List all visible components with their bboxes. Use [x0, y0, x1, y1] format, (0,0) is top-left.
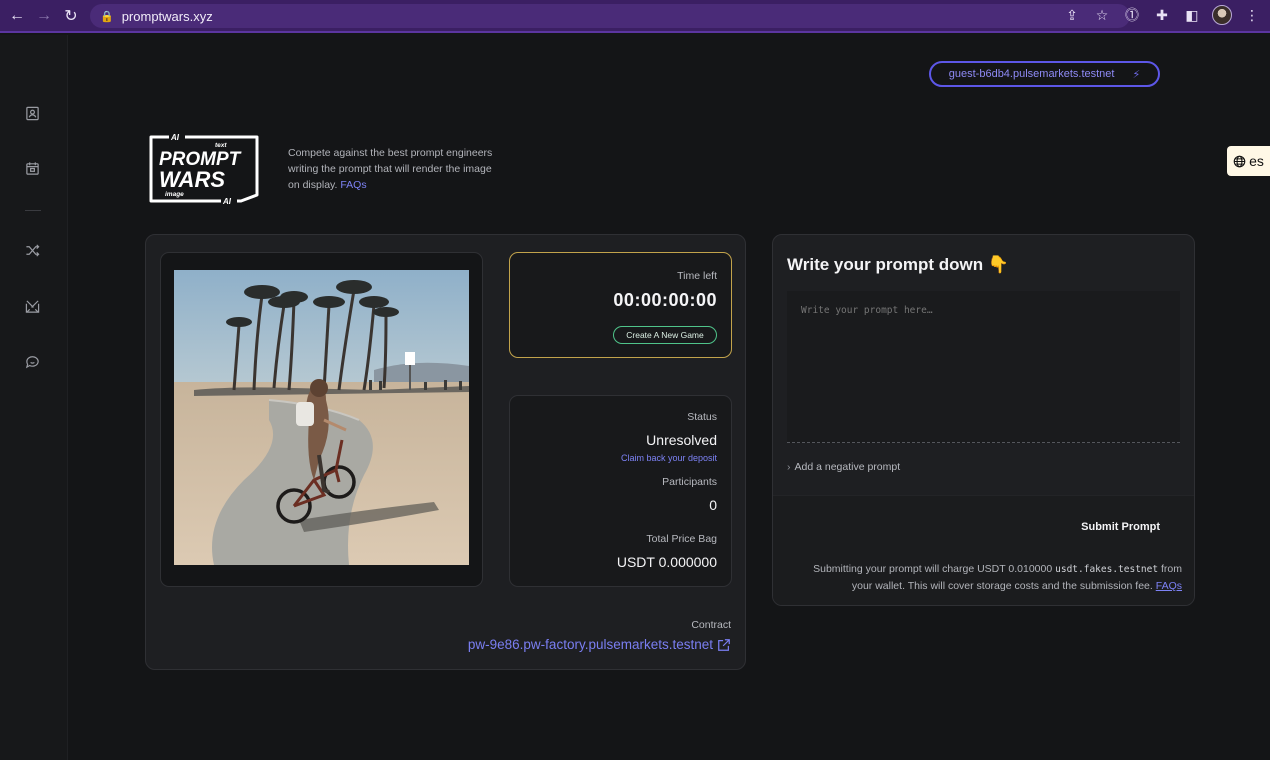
sidebar-divider	[25, 210, 41, 211]
prompt-title: Write your prompt down 👇	[787, 255, 1010, 274]
time-left-card: Time left 00:00:00:00 Create A New Game	[509, 252, 732, 358]
image-frame	[160, 252, 483, 587]
intro-text: Compete against the best prompt engineer…	[288, 145, 503, 193]
contract-label: Contract	[691, 619, 731, 631]
language-code: es	[1249, 153, 1264, 169]
bolt-icon: ⚡	[1132, 68, 1141, 81]
logo-ai-bottom: AI	[222, 197, 232, 205]
account-name: guest-b6db4.pulsemarkets.testnet	[948, 68, 1115, 80]
logo-text-small: text	[215, 142, 227, 149]
note-before: Submitting your prompt will charge USDT …	[813, 563, 1056, 575]
participants-label: Participants	[662, 476, 717, 488]
submit-faq-link[interactable]: FAQs	[1156, 580, 1182, 592]
back-icon[interactable]: ←	[5, 4, 29, 28]
profile-card-icon[interactable]	[22, 103, 42, 123]
game-image	[174, 270, 469, 565]
account-button[interactable]: guest-b6db4.pulsemarkets.testnet ⚡	[929, 61, 1160, 87]
chevron-right-icon: ›	[787, 461, 791, 473]
promptwars-logo[interactable]: AI text PROMPT WARS image AI	[145, 133, 263, 205]
logo-line2: WARS	[159, 167, 225, 192]
negative-prompt-label: Add a negative prompt	[794, 461, 901, 473]
star-icon[interactable]: ☆	[1092, 4, 1112, 26]
intro-copy: Compete against the best prompt engineer…	[288, 147, 493, 191]
profile-avatar[interactable]	[1212, 5, 1232, 25]
submit-section: Submit Prompt Submitting your prompt wil…	[773, 495, 1194, 605]
extensions-icon[interactable]: ✚	[1152, 4, 1172, 26]
game-card: Time left 00:00:00:00 Create A New Game …	[145, 234, 746, 670]
intro-faq-link[interactable]: FAQs	[340, 179, 366, 191]
chat-icon[interactable]	[22, 351, 42, 371]
menu-icon[interactable]: ⋮	[1242, 4, 1262, 26]
forward-icon[interactable]: →	[32, 4, 56, 28]
share-icon[interactable]: ⇪	[1062, 4, 1082, 26]
logo-ai-top: AI	[170, 133, 180, 142]
time-left-label: Time left	[677, 270, 717, 282]
browser-toolbar: ← → ↻ 🔒 promptwars.xyz ⇪ ☆ ⓵ ✚ ◧ ⋮	[0, 0, 1270, 33]
globe-icon	[1233, 155, 1246, 167]
submit-note: Submitting your prompt will charge USDT …	[802, 561, 1182, 594]
note-token: usdt.fakes.testnet	[1055, 564, 1159, 575]
prompt-input[interactable]	[787, 291, 1180, 443]
price-bag-label: Total Price Bag	[646, 533, 717, 545]
status-card: Status Unresolved Claim back your deposi…	[509, 395, 732, 587]
swords-icon[interactable]	[22, 296, 42, 316]
sidebar	[0, 35, 68, 760]
password-manager-icon[interactable]: ⓵	[1122, 4, 1142, 26]
participants-value: 0	[709, 497, 717, 513]
create-new-game-button[interactable]: Create A New Game	[613, 326, 717, 344]
external-link-icon	[718, 638, 730, 651]
calendar-icon[interactable]	[22, 158, 42, 178]
status-value: Unresolved	[646, 432, 717, 448]
claim-deposit-link[interactable]: Claim back your deposit	[621, 453, 717, 463]
status-label: Status	[687, 411, 717, 423]
address-bar[interactable]: 🔒 promptwars.xyz	[90, 4, 1130, 28]
submit-prompt-button[interactable]: Submit Prompt	[1081, 521, 1160, 533]
prompt-card: Write your prompt down 👇 › Add a negativ…	[772, 234, 1195, 606]
side-panel-icon[interactable]: ◧	[1182, 4, 1202, 26]
time-left-value: 00:00:00:00	[613, 290, 717, 310]
negative-prompt-toggle[interactable]: › Add a negative prompt	[787, 461, 900, 473]
shuffle-icon[interactable]	[22, 240, 42, 260]
reload-icon[interactable]: ↻	[59, 4, 83, 28]
lock-icon: 🔒	[100, 10, 114, 23]
url-text: promptwars.xyz	[121, 8, 213, 24]
contract-link[interactable]: pw-9e86.pw-factory.pulsemarkets.testnet	[468, 637, 731, 652]
logo-image-small: image	[165, 191, 184, 198]
contract-address: pw-9e86.pw-factory.pulsemarkets.testnet	[467, 637, 713, 652]
language-switcher[interactable]: es	[1227, 146, 1270, 176]
price-bag-value: USDT 0.000000	[616, 554, 717, 570]
